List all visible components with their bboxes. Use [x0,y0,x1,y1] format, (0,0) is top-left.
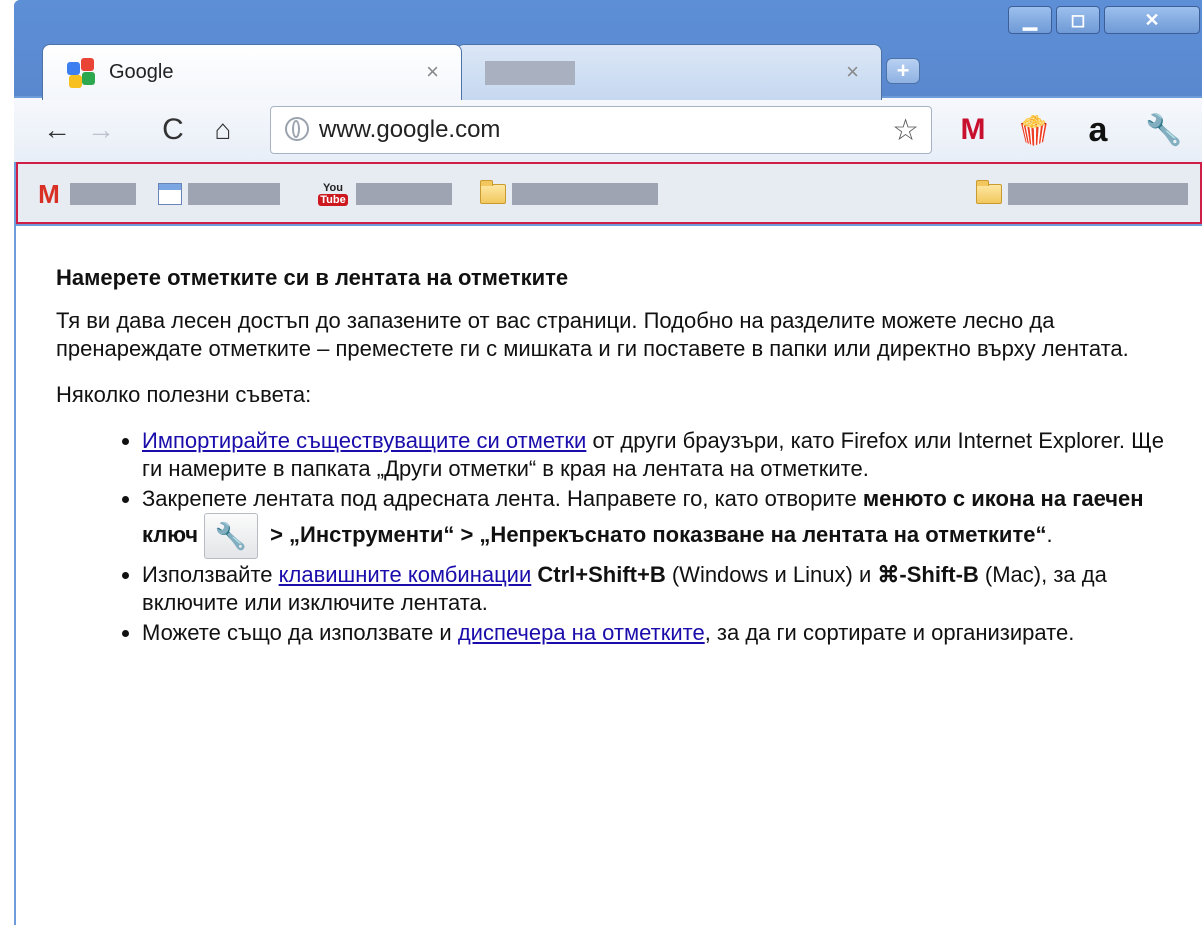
tips-list: Импортирайте съществуващите си отметки о… [56,427,1186,647]
bookmark-other-folder[interactable] [976,180,1188,208]
tab-close-icon[interactable]: × [426,59,439,85]
tip2-end: . [1046,521,1053,547]
import-bookmarks-link[interactable]: Импортирайте съществуващите си отметки [142,428,586,453]
bookmark-label-redacted [188,183,280,205]
tip3-text: Използвайте [142,562,279,587]
tip2-text: Закрепете лентата под адресната лента. Н… [142,486,863,511]
bookmark-label-redacted [512,183,658,205]
bookmark-gmail[interactable]: M [34,180,136,208]
reload-button[interactable]: C [156,110,190,150]
youtube-icon: You Tube [316,179,350,209]
intro-paragraph: Тя ви дава лесен достъп до запазените от… [56,308,1129,361]
tab-second[interactable]: × [456,44,882,100]
list-item: Можете също да използвате и диспечера на… [142,619,1186,647]
tab-title-redacted [485,60,575,85]
gmail-extension-icon[interactable]: M [950,110,996,150]
list-item: Закрепете лентата под адресната лента. Н… [142,485,1186,559]
back-button[interactable]: ← [40,110,74,150]
bookmark-label-redacted [1008,183,1188,205]
tip3-mid: (Windows и Linux) и [665,562,878,587]
amazon-extension-icon[interactable]: a [1076,110,1120,150]
home-button[interactable]: ⌂ [206,110,240,150]
tip4-text: Можете също да използвате и [142,620,458,645]
gmail-icon: M [38,179,60,209]
tips-intro: Няколко полезни съвета: [56,382,312,407]
tip4-end: , за да ги сортирате и организирате. [704,620,1075,645]
page-heading: Намерете отметките си в лентата на отмет… [56,265,569,290]
page-content: Намерете отметките си в лентата на отмет… [56,265,1186,649]
tip3-shortcut-mac: ⌘-Shift-B [877,562,979,587]
tab-google[interactable]: Google × [42,44,462,100]
keyboard-shortcuts-link[interactable]: клавишните комбинации [279,562,532,587]
bookmark-star-icon[interactable]: ☆ [892,113,919,148]
folder-icon [480,180,506,204]
new-tab-button[interactable]: + [886,58,920,84]
title-bar: ▁ ◻ ✕ Google × × + [14,0,1202,100]
tip3-shortcut-win: Ctrl+Shift+B [531,562,666,587]
forward-button[interactable]: → [84,110,118,150]
tab-close-icon[interactable]: × [846,59,859,85]
list-item: Използвайте клавишните комбинации Ctrl+S… [142,561,1186,617]
maximize-button[interactable]: ◻ [1056,6,1100,34]
bookmarks-bar: M You Tube [16,162,1202,224]
google-favicon-icon [67,57,97,88]
browser-window: ▁ ◻ ✕ Google × × + ← → C ⌂ www.google.co… [14,0,1202,226]
bookmark-folder-1[interactable] [480,180,658,208]
url-text[interactable]: www.google.com [319,116,500,144]
calendar-icon [158,183,182,205]
wrench-menu-icon[interactable]: 🔧 [1144,110,1184,150]
tip2-bold-path: > „Инструменти“ > „Непрекъснато показван… [263,521,1047,547]
globe-icon [285,117,309,141]
address-bar[interactable]: www.google.com ☆ [270,106,932,154]
youtube-icon-bottom: Tube [318,194,348,206]
window-border [14,226,16,925]
list-item: Импортирайте съществуващите си отметки о… [142,427,1186,483]
tab-title: Google [109,61,174,83]
navigation-toolbar: ← → C ⌂ www.google.com ☆ M 🍿 a 🔧 [14,98,1202,162]
close-window-button[interactable]: ✕ [1104,6,1200,34]
bookmark-label-redacted [356,183,452,205]
bookmark-youtube[interactable]: You Tube [316,180,452,208]
wrench-icon: 🔧 [203,513,258,559]
minimize-button[interactable]: ▁ [1008,6,1052,34]
bookmark-label-redacted [70,183,136,205]
bookmark-manager-link[interactable]: диспечера на отметките [458,620,705,645]
folder-icon [976,180,1002,204]
popcorn-extension-icon[interactable]: 🍿 [1014,110,1054,150]
bookmark-calendar[interactable] [158,180,280,208]
youtube-icon-top: You [323,182,343,194]
